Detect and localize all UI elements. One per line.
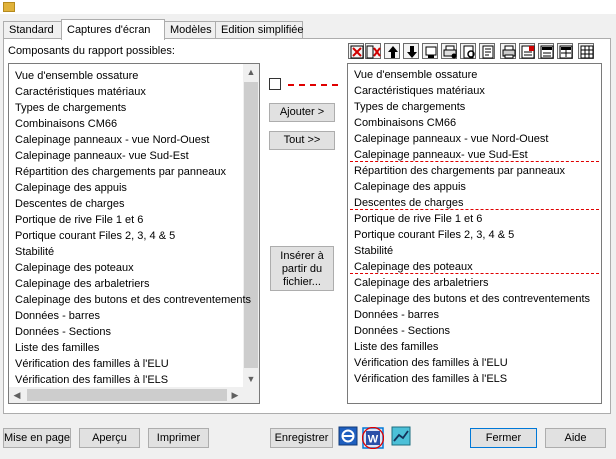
list-item[interactable]: Caractéristiques matériaux bbox=[354, 83, 485, 99]
available-components-label: Composants du rapport possibles: bbox=[8, 45, 175, 57]
scroll-left-icon[interactable]: ◀ bbox=[9, 387, 25, 403]
insert-button-line-2: partir du bbox=[281, 263, 323, 275]
page-icon[interactable] bbox=[479, 43, 495, 59]
print-settings-icon[interactable] bbox=[441, 43, 457, 59]
list-item[interactable]: Vérification des familles à l'ELS bbox=[15, 372, 168, 388]
list-item[interactable]: Vérification des familles à l'ELU bbox=[354, 355, 508, 371]
list-item[interactable]: Données - Sections bbox=[15, 324, 111, 340]
list-item[interactable]: Liste des familles bbox=[15, 340, 99, 356]
ie-export-icon[interactable] bbox=[338, 426, 358, 446]
delete-icon[interactable] bbox=[348, 43, 364, 59]
print-button[interactable]: Imprimer bbox=[148, 428, 209, 448]
page-break-separator bbox=[350, 273, 599, 274]
list-item[interactable]: Portique courant Files 2, 3, 4 & 5 bbox=[15, 228, 175, 244]
tab-bar: Standard Captures d'écran Modèles Editio… bbox=[3, 19, 403, 40]
list-item[interactable]: Liste des familles bbox=[354, 339, 438, 355]
properties-icon[interactable] bbox=[422, 43, 438, 59]
list-item[interactable]: Calepinage des poteaux bbox=[15, 260, 134, 276]
delete-all-icon[interactable] bbox=[365, 43, 381, 59]
move-up-icon[interactable] bbox=[384, 43, 400, 59]
page-break-separator bbox=[350, 209, 599, 210]
scroll-right-icon[interactable]: ▶ bbox=[227, 387, 243, 403]
list-item[interactable]: Données - Sections bbox=[354, 323, 450, 339]
list-item[interactable]: Calepinage panneaux- vue Sud-Est bbox=[15, 148, 189, 164]
list-item[interactable]: Calepinage des arbaletriers bbox=[15, 276, 150, 292]
insert-button-line-1: Insérer à bbox=[280, 250, 324, 262]
scroll-down-icon[interactable]: ▼ bbox=[243, 371, 259, 387]
insert-button-line-3: fichier... bbox=[283, 276, 321, 288]
layout-icon[interactable] bbox=[557, 43, 573, 59]
left-horizontal-scrollbar[interactable]: ◀ ▶ bbox=[9, 387, 259, 403]
left-vscroll-thumb[interactable] bbox=[244, 82, 258, 368]
separator-line-sample bbox=[288, 84, 338, 86]
svg-text:W: W bbox=[368, 434, 379, 446]
available-components-list[interactable]: ▲ ▼ ◀ ▶ Vue d'ensemble ossature Caractéri… bbox=[8, 63, 260, 404]
app-icon bbox=[3, 2, 15, 12]
list-item[interactable]: Vérification des familles à l'ELU bbox=[15, 356, 169, 372]
list-item[interactable]: Répartition des chargements par panneaux bbox=[354, 163, 565, 179]
edit-icon[interactable] bbox=[519, 43, 535, 59]
list-item[interactable]: Types de chargements bbox=[15, 100, 126, 116]
preview-icon[interactable] bbox=[460, 43, 476, 59]
list-item[interactable]: Stabilité bbox=[354, 243, 393, 259]
list-item[interactable]: Types de chargements bbox=[354, 99, 465, 115]
list-item[interactable]: Combinaisons CM66 bbox=[15, 116, 117, 132]
list-item[interactable]: Calepinage des arbaletriers bbox=[354, 275, 489, 291]
preview-button[interactable]: Aperçu bbox=[79, 428, 140, 448]
help-button[interactable]: Aide bbox=[545, 428, 606, 448]
list-item[interactable]: Données - barres bbox=[354, 307, 439, 323]
word-export-icon[interactable]: W bbox=[361, 426, 385, 450]
list-item[interactable]: Calepinage des butons et des contrevente… bbox=[15, 292, 251, 308]
list-item[interactable]: Calepinage des butons et des contrevente… bbox=[354, 291, 590, 307]
list-item[interactable]: Combinaisons CM66 bbox=[354, 115, 456, 131]
window-title-strip bbox=[0, 0, 616, 14]
header-icon[interactable] bbox=[538, 43, 554, 59]
selected-components-list[interactable]: Vue d'ensemble ossature Caractéristiques … bbox=[347, 63, 602, 404]
list-item[interactable]: Portique courant Files 2, 3, 4 & 5 bbox=[354, 227, 514, 243]
list-item[interactable]: Caractéristiques matériaux bbox=[15, 84, 146, 100]
left-hscroll-thumb[interactable] bbox=[27, 389, 227, 401]
list-item[interactable]: Calepinage des appuis bbox=[15, 180, 127, 196]
list-item[interactable]: Calepinage des appuis bbox=[354, 179, 466, 195]
move-down-icon[interactable] bbox=[403, 43, 419, 59]
close-button[interactable]: Fermer bbox=[470, 428, 537, 448]
list-item[interactable]: Vérification des familles à l'ELS bbox=[354, 371, 507, 387]
page-break-separator bbox=[350, 161, 599, 162]
save-button[interactable]: Enregistrer bbox=[270, 428, 333, 448]
insert-from-file-button[interactable]: Insérer à partir du fichier... bbox=[270, 246, 334, 291]
scroll-up-icon[interactable]: ▲ bbox=[243, 64, 259, 80]
tab-captures-ecran[interactable]: Captures d'écran bbox=[61, 19, 165, 40]
printer-icon[interactable] bbox=[500, 43, 516, 59]
tab-standard[interactable]: Standard bbox=[3, 21, 62, 38]
list-item[interactable]: Calepinage panneaux - vue Nord-Ouest bbox=[354, 131, 548, 147]
list-item[interactable]: Stabilité bbox=[15, 244, 54, 260]
list-item[interactable]: Données - barres bbox=[15, 308, 100, 324]
page-setup-button[interactable]: Mise en page bbox=[3, 428, 71, 448]
add-all-button[interactable]: Tout >> bbox=[269, 131, 335, 150]
separator-checkbox[interactable] bbox=[269, 78, 281, 90]
list-item[interactable]: Portique de rive File 1 et 6 bbox=[354, 211, 482, 227]
list-item[interactable]: Portique de rive File 1 et 6 bbox=[15, 212, 143, 228]
add-button[interactable]: Ajouter > bbox=[269, 103, 335, 122]
list-item[interactable]: Répartition des chargements par panneaux bbox=[15, 164, 226, 180]
list-item[interactable]: Vue d'ensemble ossature bbox=[354, 67, 477, 83]
table-icon[interactable] bbox=[578, 43, 594, 59]
tab-modeles[interactable]: Modèles bbox=[164, 21, 216, 38]
list-item[interactable]: Vue d'ensemble ossature bbox=[15, 68, 138, 84]
list-item[interactable]: Descentes de charges bbox=[15, 196, 124, 212]
list-item[interactable]: Calepinage panneaux - vue Nord-Ouest bbox=[15, 132, 209, 148]
chart-export-icon[interactable] bbox=[391, 426, 411, 446]
tab-edition-simplifiee[interactable]: Edition simplifiée bbox=[215, 21, 304, 38]
left-vertical-scrollbar[interactable]: ▲ ▼ bbox=[243, 64, 259, 387]
